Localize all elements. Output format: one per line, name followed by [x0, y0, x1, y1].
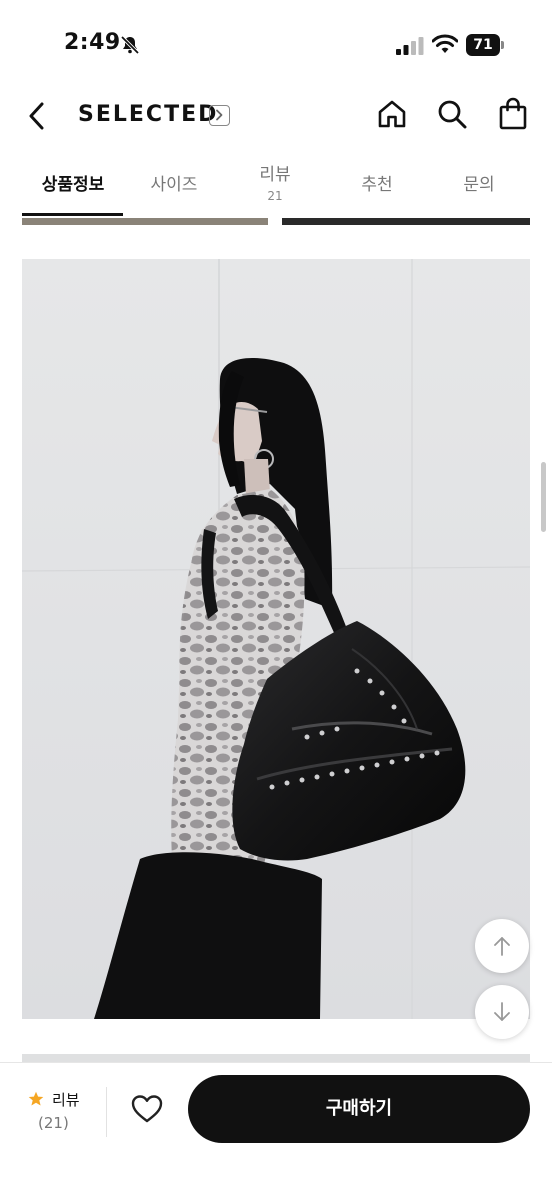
previous-image-left — [22, 218, 268, 225]
search-icon[interactable] — [436, 98, 468, 130]
app-header: SELECTED — [0, 90, 552, 142]
star-icon — [28, 1091, 44, 1106]
wifi-icon — [432, 34, 458, 53]
tab-recommend[interactable]: 추천 — [326, 170, 428, 216]
tab-label: 사이즈 — [150, 175, 198, 195]
status-time: 2:49 — [64, 30, 121, 55]
scroll-to-bottom-button[interactable] — [475, 985, 529, 1039]
tab-label: 상품정보 — [41, 175, 105, 195]
tab-review-count: 21 — [267, 189, 283, 203]
tab-label: 리뷰 — [259, 165, 291, 185]
battery-tip — [501, 41, 504, 49]
heart-icon[interactable] — [130, 1093, 164, 1125]
product-photo-illustration — [22, 259, 530, 1019]
signal-icon — [396, 37, 424, 55]
buy-button[interactable]: 구매하기 — [188, 1075, 530, 1143]
product-photo — [22, 259, 530, 1019]
battery-level: 71 — [466, 34, 500, 56]
arrow-up-icon — [494, 937, 510, 956]
bottom-action-bar: 리뷰 (21) 구매하기 — [0, 1062, 552, 1200]
tab-review[interactable]: 리뷰 21 — [224, 160, 326, 216]
arrow-down-icon — [494, 1002, 510, 1021]
battery-icon: 71 — [466, 34, 504, 56]
shopping-bag-icon[interactable] — [497, 96, 529, 130]
scroll-to-top-button[interactable] — [475, 919, 529, 973]
active-tab-indicator — [22, 213, 123, 216]
home-icon[interactable] — [376, 98, 408, 130]
bell-slash-icon — [120, 35, 140, 55]
status-bar: 2:49 71 — [0, 0, 552, 90]
tab-label: 추천 — [361, 175, 393, 195]
back-icon[interactable] — [22, 98, 54, 134]
previous-image-strip — [22, 218, 530, 225]
next-image-strip — [22, 1054, 530, 1062]
tab-label: 문의 — [463, 175, 495, 195]
tab-product-info[interactable]: 상품정보 — [22, 170, 124, 216]
review-count[interactable]: (21) — [38, 1114, 69, 1132]
scrollbar[interactable] — [541, 462, 546, 532]
product-tabs: 상품정보 사이즈 리뷰 21 추천 문의 — [0, 150, 552, 216]
tab-inquiry[interactable]: 문의 — [428, 170, 530, 216]
chevron-right-icon[interactable] — [209, 105, 230, 126]
brand-title[interactable]: SELECTED — [78, 102, 218, 127]
tab-size[interactable]: 사이즈 — [123, 170, 225, 216]
review-label[interactable]: 리뷰 — [52, 1089, 80, 1110]
previous-image-right — [282, 218, 530, 225]
divider — [106, 1087, 107, 1137]
